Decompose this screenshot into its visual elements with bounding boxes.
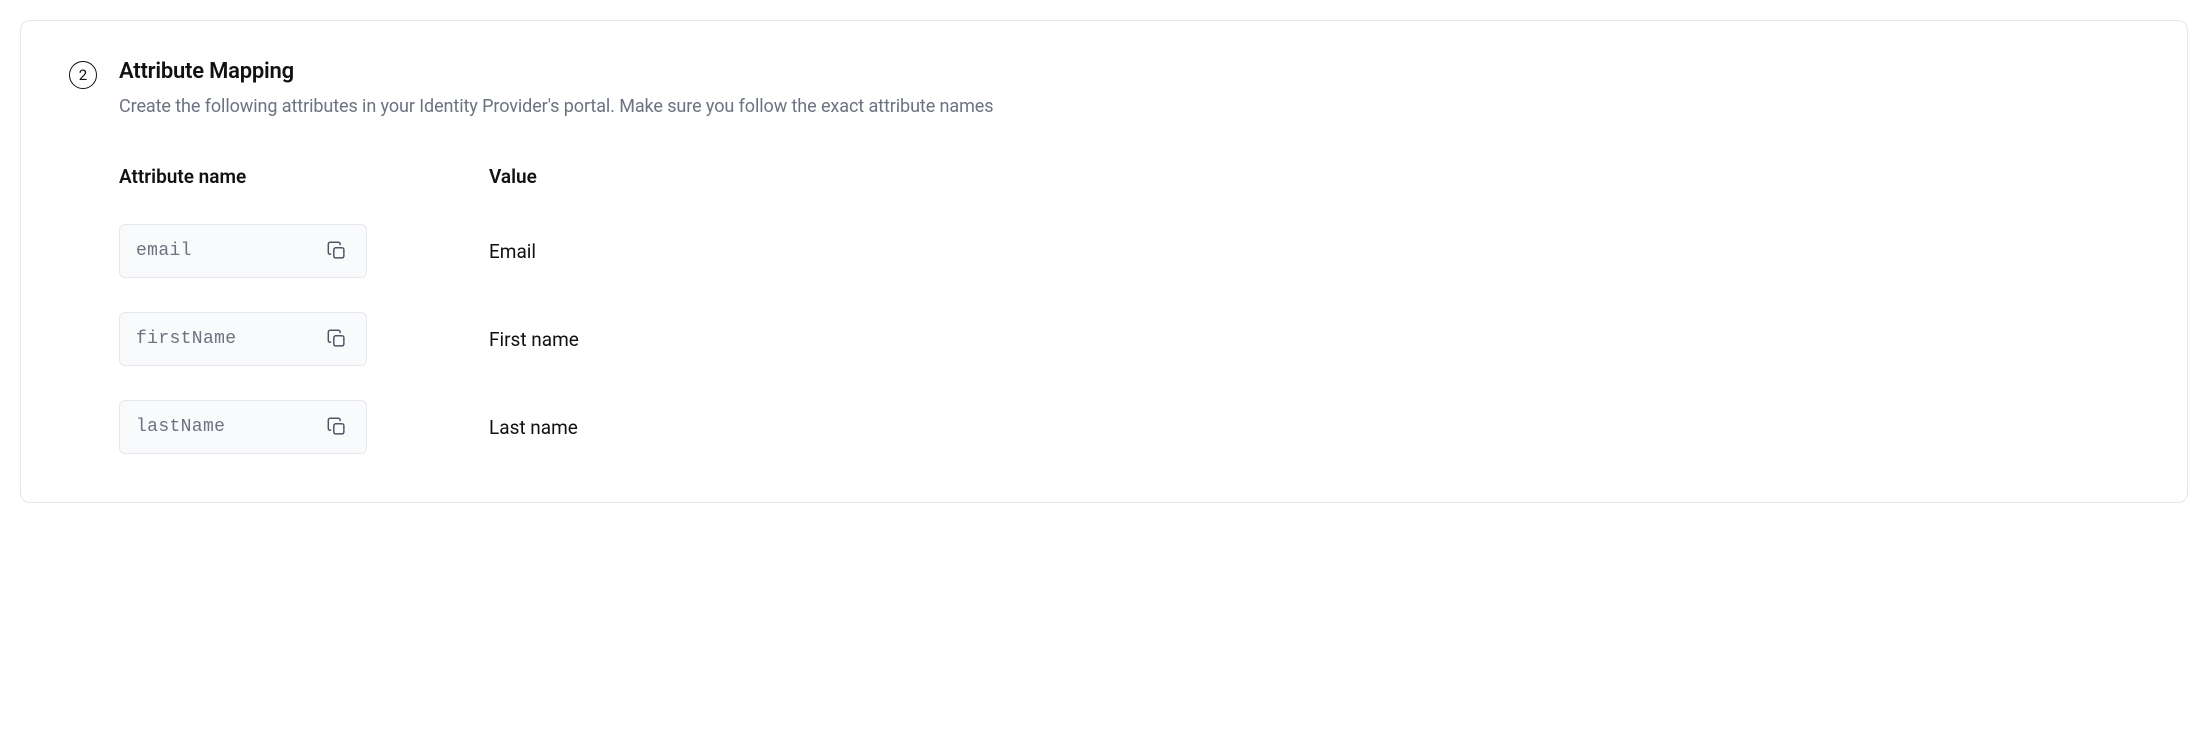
table-row: firstName First name — [119, 312, 2139, 366]
copy-icon — [326, 240, 348, 262]
table-row: email Email — [119, 224, 2139, 278]
table-row: lastName Last name — [119, 400, 2139, 454]
attribute-name-code: firstName — [136, 329, 236, 349]
column-header-value: Value — [489, 165, 2139, 188]
copy-button[interactable] — [322, 412, 352, 442]
attribute-name-box: firstName — [119, 312, 367, 366]
copy-icon — [326, 328, 348, 350]
attribute-value: Email — [489, 240, 2139, 263]
attribute-name-code: email — [136, 241, 192, 261]
step-header: 2 Attribute Mapping Create the following… — [69, 59, 2139, 117]
copy-button[interactable] — [322, 236, 352, 266]
step-number: 2 — [79, 66, 87, 84]
attribute-name-box: lastName — [119, 400, 367, 454]
step-number-badge: 2 — [69, 61, 97, 89]
column-header-attribute: Attribute name — [119, 165, 489, 188]
attribute-name-code: lastName — [136, 417, 225, 437]
attribute-value: Last name — [489, 416, 2139, 439]
step-subtitle: Create the following attributes in your … — [119, 96, 993, 117]
attribute-name-box: email — [119, 224, 367, 278]
attribute-table: Attribute name Value email Email — [119, 165, 2139, 454]
table-header-row: Attribute name Value — [119, 165, 2139, 188]
copy-icon — [326, 416, 348, 438]
attribute-mapping-card: 2 Attribute Mapping Create the following… — [20, 20, 2188, 503]
attribute-value: First name — [489, 328, 2139, 351]
step-title: Attribute Mapping — [119, 59, 993, 84]
copy-button[interactable] — [322, 324, 352, 354]
step-header-text: Attribute Mapping Create the following a… — [119, 59, 993, 117]
